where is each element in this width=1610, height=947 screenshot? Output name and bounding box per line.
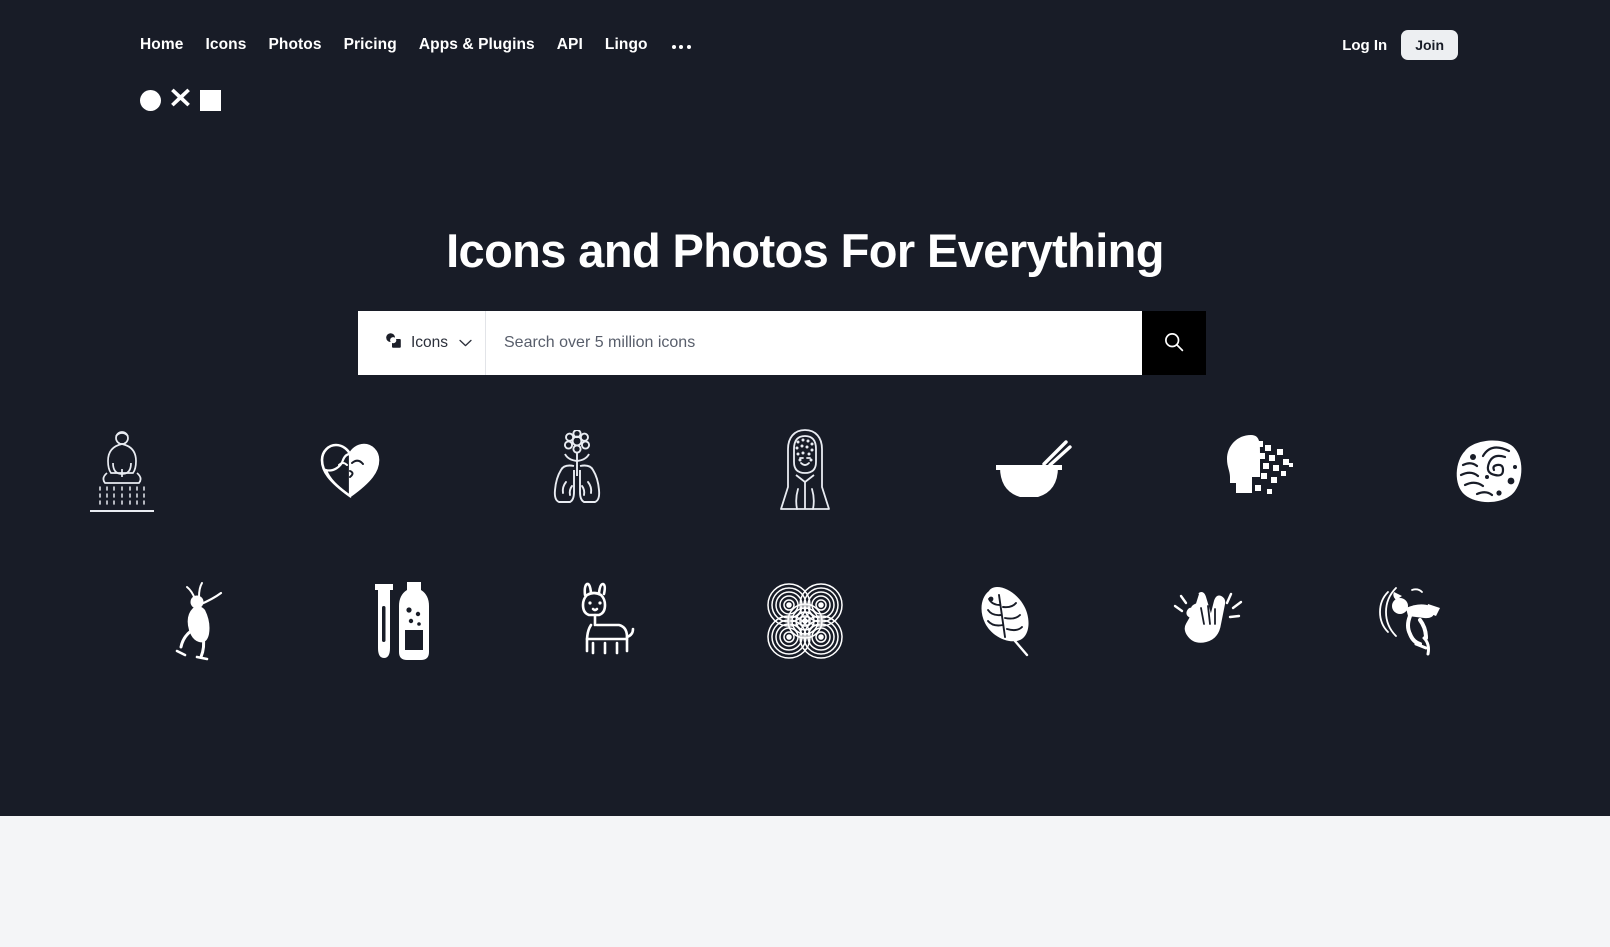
- page-lower-section: [0, 816, 1610, 947]
- icon-woman-long-hair[interactable]: [691, 411, 919, 531]
- hero-section: Home Icons Photos Pricing Apps & Plugins…: [0, 0, 1610, 816]
- icon-clapping-hands[interactable]: [1107, 561, 1308, 681]
- ellipsis-icon[interactable]: [670, 41, 693, 49]
- icon-concentric-spirals[interactable]: [704, 561, 905, 681]
- icon-brain-spiral-blob[interactable]: [1374, 411, 1602, 531]
- icon-breakdancer[interactable]: [1309, 561, 1510, 681]
- icon-pixelated-head[interactable]: [1147, 411, 1375, 531]
- icon-noodle-bowl-chopsticks[interactable]: [919, 411, 1147, 531]
- nav-link-photos[interactable]: Photos: [268, 37, 321, 53]
- nav-link-lingo[interactable]: Lingo: [605, 37, 648, 53]
- icon-llama[interactable]: [503, 561, 704, 681]
- account-actions: Log In Join: [1342, 24, 1458, 60]
- noun-project-logo[interactable]: [140, 86, 221, 114]
- icon-dancing-figure[interactable]: [100, 561, 301, 681]
- nav-link-icons[interactable]: Icons: [205, 37, 246, 53]
- icon-lungs-flower[interactable]: [463, 411, 691, 531]
- page-title: Icons and Photos For Everything: [446, 224, 1164, 277]
- icon-test-tube-bottle[interactable]: [301, 561, 502, 681]
- logo-square-icon: [200, 89, 221, 111]
- chevron-down-icon: [459, 334, 472, 352]
- nav-link-home[interactable]: Home: [140, 37, 183, 53]
- search-bar: Icons: [358, 311, 1206, 375]
- noun-project-mark-icon: [385, 332, 402, 354]
- search-input[interactable]: [486, 311, 1142, 375]
- nav-link-apps-plugins[interactable]: Apps & Plugins: [419, 37, 535, 53]
- top-navigation-bar: Home Icons Photos Pricing Apps & Plugins…: [0, 0, 1610, 84]
- primary-nav: Home Icons Photos Pricing Apps & Plugins…: [140, 0, 693, 84]
- logo-x-icon: [169, 86, 192, 114]
- icon-meditating-buddha-shower[interactable]: [8, 411, 236, 531]
- icon-heart-two-faces[interactable]: [236, 411, 464, 531]
- search-type-dropdown[interactable]: Icons: [358, 311, 486, 375]
- nav-link-pricing[interactable]: Pricing: [344, 37, 397, 53]
- log-in-link[interactable]: Log In: [1342, 37, 1387, 54]
- search-type-label: Icons: [411, 334, 449, 351]
- search-icon: [1163, 331, 1185, 356]
- nav-link-api[interactable]: API: [557, 37, 583, 53]
- featured-icon-grid: [0, 406, 1610, 706]
- icon-monstera-leaf[interactable]: [906, 561, 1107, 681]
- search-submit-button[interactable]: [1142, 311, 1206, 375]
- icon-grid-row-2: [0, 556, 1610, 686]
- join-button[interactable]: Join: [1401, 30, 1458, 60]
- icon-grid-row-1: [0, 406, 1610, 536]
- logo-circle-icon: [140, 89, 161, 111]
